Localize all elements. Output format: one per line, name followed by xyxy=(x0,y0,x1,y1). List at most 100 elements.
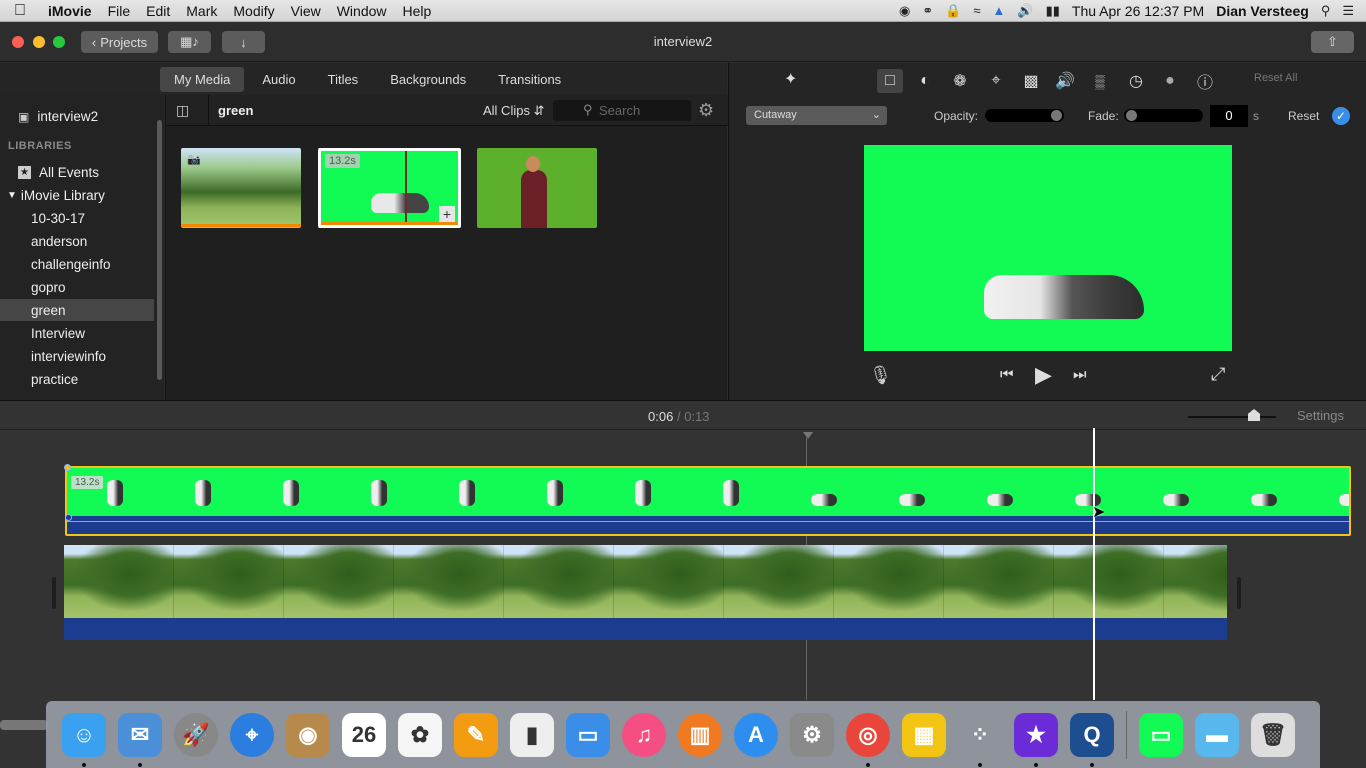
dock-quicktime[interactable]: Q xyxy=(1064,709,1120,767)
battery-icon[interactable]: ▮▮ xyxy=(1046,3,1060,19)
volume-line[interactable] xyxy=(67,521,1349,522)
clip-thumbnail-park[interactable]: 📷 xyxy=(181,148,301,228)
cutaway-clip[interactable]: 13.2s xyxy=(65,466,1351,536)
wifi-icon[interactable]: ≈ xyxy=(973,3,980,18)
sidebar-item-event[interactable]: practice xyxy=(0,368,154,390)
sidebar-item-imovie-library[interactable]: ▼ iMovie Library xyxy=(0,184,154,206)
dock-numbers[interactable]: ▮ xyxy=(504,709,560,761)
dock-app-switcher[interactable]: ▦ xyxy=(896,709,952,761)
dock-mail[interactable]: ✉ xyxy=(112,709,168,767)
dock-contacts[interactable]: ◉ xyxy=(280,709,336,761)
clip-thumbnail-dog-selected[interactable]: 13.2s + xyxy=(318,148,461,228)
menu-help[interactable]: Help xyxy=(395,3,440,19)
projects-button[interactable]: ‹ Projects xyxy=(81,31,158,53)
disclosure-triangle-icon[interactable]: ▼ xyxy=(7,190,17,201)
opacity-slider[interactable] xyxy=(985,109,1064,122)
close-window-button[interactable] xyxy=(12,36,24,48)
fade-slider-knob[interactable] xyxy=(1126,110,1137,121)
main-audio-track[interactable] xyxy=(64,618,1227,640)
playhead[interactable] xyxy=(1093,428,1095,700)
gear-icon[interactable]: ⚙ xyxy=(698,100,714,121)
airplay-icon[interactable]: ▲ xyxy=(993,3,1006,18)
color-balance-icon[interactable]: ◐ xyxy=(912,69,938,93)
sidebar-item-event[interactable]: Interview xyxy=(0,322,154,344)
speed-icon[interactable]: ◷ xyxy=(1123,69,1149,93)
dock-system-preferences[interactable]: ⚙ xyxy=(784,709,840,761)
sidebar-item-event[interactable]: 10-30-17 xyxy=(0,207,154,229)
tab-audio[interactable]: Audio xyxy=(248,67,309,92)
horizontal-scrollbar[interactable] xyxy=(0,720,48,730)
spotlight-search-icon[interactable]: ⚲ xyxy=(1321,3,1331,19)
clip-filter-icon[interactable]: ● xyxy=(1157,69,1183,93)
menu-view[interactable]: View xyxy=(283,3,329,19)
timeline-settings-button[interactable]: Settings xyxy=(1297,408,1344,423)
toggle-sidebar-icon[interactable]: ◫ xyxy=(176,102,189,119)
dock-finder[interactable]: ☺ xyxy=(56,709,112,767)
menu-window[interactable]: Window xyxy=(329,3,395,19)
dock-safari[interactable]: ⌖ xyxy=(224,709,280,761)
notification-center-icon[interactable]: ☰ xyxy=(1342,3,1354,19)
apple-menu-icon[interactable]:  xyxy=(0,2,40,20)
media-toggle-button[interactable]: ▦♪ xyxy=(168,31,211,53)
reset-button[interactable]: Reset xyxy=(1288,109,1319,123)
search-input[interactable]: ⚲ Search xyxy=(553,100,691,121)
dock-loading[interactable]: ⁘ xyxy=(952,709,1008,767)
reset-all-button[interactable]: Reset All xyxy=(1254,72,1297,84)
microphone-icon[interactable]: 🎙 xyxy=(869,365,892,386)
menu-modify[interactable]: Modify xyxy=(225,3,282,19)
play-icon[interactable]: ▶ xyxy=(1035,362,1052,388)
clip-trim-handle-right[interactable] xyxy=(1237,577,1241,609)
color-correction-icon[interactable]: ❁ xyxy=(947,69,973,93)
dock-imovie[interactable]: ★ xyxy=(1008,709,1064,767)
main-video-track[interactable] xyxy=(64,545,1227,618)
fade-duration-input[interactable]: 0 xyxy=(1210,105,1248,127)
fullscreen-icon[interactable]: ⤢ xyxy=(1211,364,1225,385)
sidebar-scrollbar[interactable] xyxy=(157,120,162,380)
volume-icon[interactable]: 🔊 xyxy=(1052,69,1078,93)
audio-fade-handle[interactable] xyxy=(65,514,72,521)
tab-my-media[interactable]: My Media xyxy=(160,66,245,92)
share-button[interactable]: ⇧ xyxy=(1311,31,1354,53)
dock-launchpad[interactable]: 🚀 xyxy=(168,709,224,761)
menu-mark[interactable]: Mark xyxy=(178,3,225,19)
crop-icon[interactable]: ⌖ xyxy=(983,69,1009,93)
tab-transitions[interactable]: Transitions xyxy=(484,67,575,92)
sidebar-item-event[interactable]: challengeinfo xyxy=(0,253,154,275)
timeline-zoom-knob[interactable] xyxy=(1248,409,1260,421)
fullscreen-window-button[interactable] xyxy=(53,36,65,48)
cutaway-video-track[interactable] xyxy=(67,468,1349,516)
opacity-slider-knob[interactable] xyxy=(1051,110,1062,121)
timeline-zoom-slider[interactable] xyxy=(1188,409,1276,421)
sidebar-item-event[interactable]: interviewinfo xyxy=(0,345,154,367)
stabilization-icon[interactable]: ▩ xyxy=(1018,69,1044,93)
magic-wand-icon[interactable]: ✦ xyxy=(784,69,797,89)
tab-titles[interactable]: Titles xyxy=(314,67,373,92)
clip-filter-select[interactable]: All Clips ⇵ xyxy=(483,103,545,119)
equalizer-icon[interactable]: ▒ xyxy=(1087,69,1113,93)
clock[interactable]: Thu Apr 26 12:37 PM xyxy=(1072,3,1204,19)
user-name[interactable]: Dian Versteeg xyxy=(1216,3,1309,19)
volume-icon[interactable]: 🔊 xyxy=(1017,3,1033,19)
dock-pages[interactable]: ✎ xyxy=(448,709,504,761)
main-clip[interactable] xyxy=(64,545,1227,640)
sidebar-item-all-events[interactable]: ★ All Events xyxy=(0,161,154,183)
skip-back-icon[interactable]: ⏮ xyxy=(1000,366,1014,383)
dock-downloads-folder[interactable]: ▬ xyxy=(1189,709,1245,761)
overlay-mode-select[interactable]: Cutaway ⌄ xyxy=(746,106,887,125)
dock-ibooks[interactable]: ▥ xyxy=(672,709,728,761)
dock-calendar[interactable]: 26 xyxy=(336,709,392,761)
clip-thumbnail-person[interactable] xyxy=(477,148,597,228)
dock-green-screen-folder[interactable]: ▭ xyxy=(1133,709,1189,761)
sidebar-item-event[interactable]: anderson xyxy=(0,230,154,252)
menu-file[interactable]: File xyxy=(100,3,139,19)
dock-itunes[interactable]: ♫ xyxy=(616,709,672,761)
video-overlay-icon[interactable]: □ xyxy=(877,69,903,93)
project-item[interactable]: ▣ interview2 xyxy=(18,109,98,124)
menu-app-name[interactable]: iMovie xyxy=(40,3,100,19)
apply-checkmark-icon[interactable]: ✓ xyxy=(1332,107,1350,125)
dock-chrome[interactable]: ◎ xyxy=(840,709,896,767)
clip-trim-handle-left[interactable] xyxy=(52,577,56,609)
video-preview[interactable] xyxy=(864,145,1232,351)
sidebar-item-event-selected[interactable]: green xyxy=(0,299,154,321)
menu-edit[interactable]: Edit xyxy=(138,3,178,19)
